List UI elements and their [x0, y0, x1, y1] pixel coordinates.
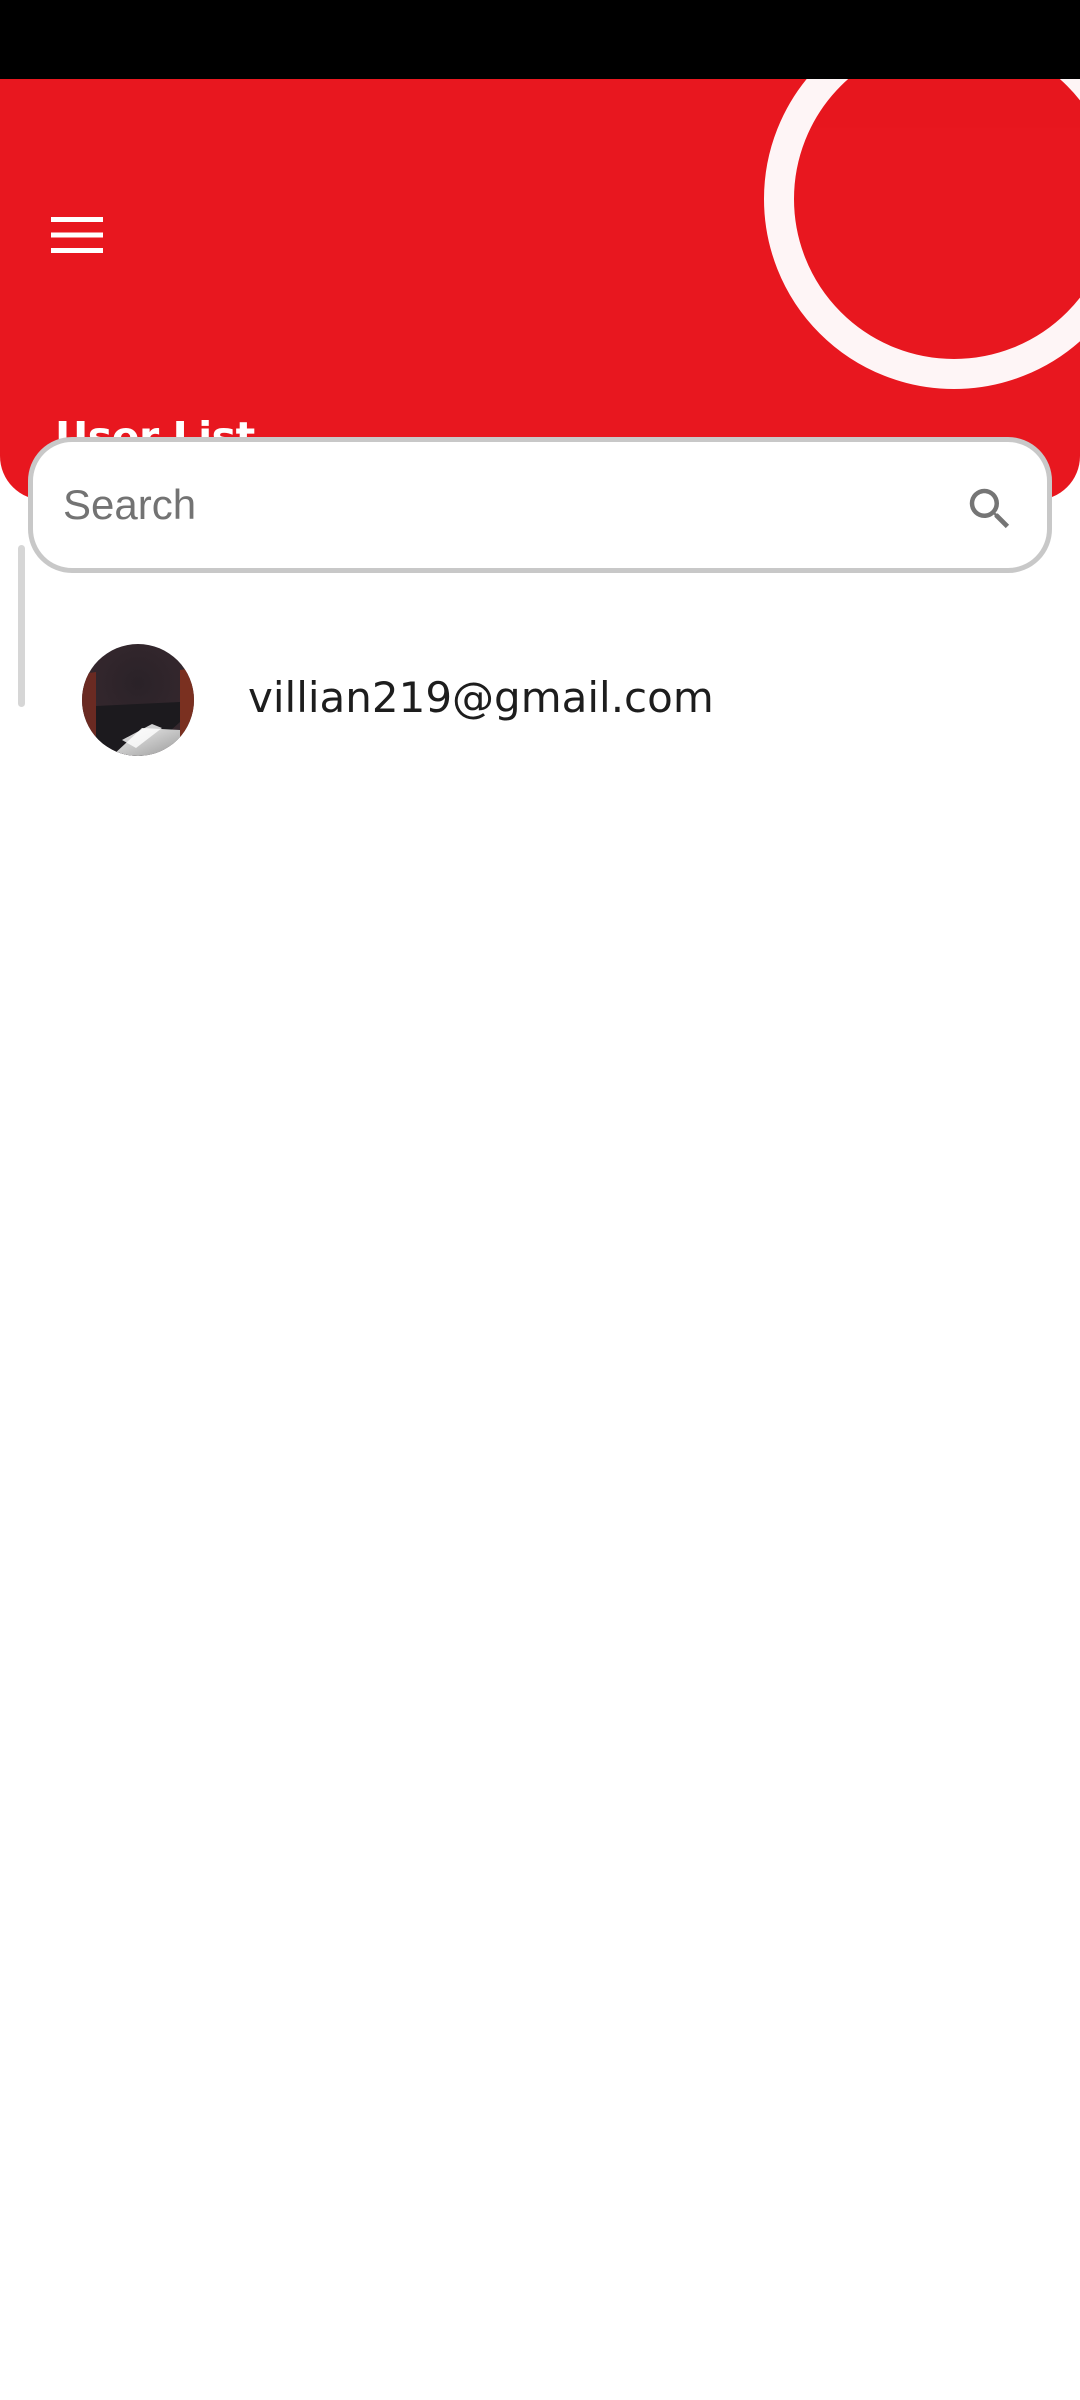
user-email: villian219@gmail.com — [248, 673, 714, 722]
hamburger-menu-icon — [51, 217, 103, 253]
user-list: villian219@gmail.com — [0, 620, 1080, 778]
list-item[interactable]: villian219@gmail.com — [0, 620, 1080, 778]
user-list-screen: User List — [0, 0, 1080, 2400]
status-bar — [0, 0, 1080, 79]
decorative-ring — [764, 79, 1080, 389]
menu-button[interactable] — [40, 205, 114, 265]
search-icon — [969, 488, 1010, 529]
search-bar — [28, 437, 1052, 573]
search-input[interactable] — [63, 464, 943, 546]
avatar — [82, 644, 194, 756]
profile-photo — [82, 644, 194, 756]
search-button[interactable] — [957, 476, 1023, 542]
